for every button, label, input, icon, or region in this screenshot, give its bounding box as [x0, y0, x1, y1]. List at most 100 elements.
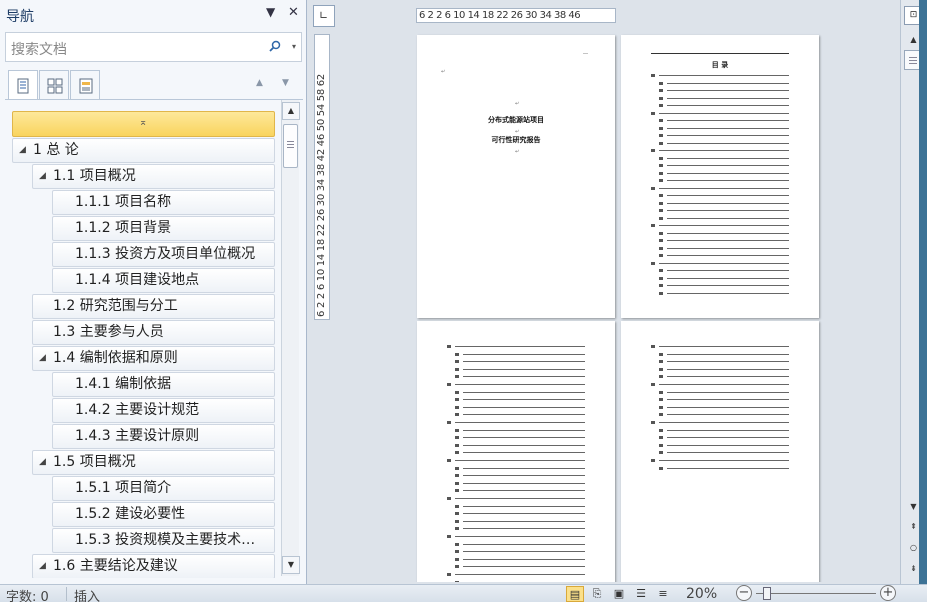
expand-triangle-icon[interactable]: ◢ [39, 451, 46, 474]
heading-item[interactable]: 1.3 主要参与人员 [32, 320, 275, 345]
toc-entry-line [667, 90, 789, 91]
heading-item[interactable]: 1.4.3 主要设计原则 [52, 424, 275, 449]
heading-item[interactable]: ◢ 1.5 项目概况 [32, 450, 275, 475]
heading-label: 1.1.2 项目背景 [75, 220, 172, 236]
toc-entry-number [455, 527, 459, 531]
heading-item[interactable]: 1.1.1 项目名称 [52, 190, 275, 215]
next-heading-icon[interactable]: ▼ [282, 78, 289, 88]
toc-entry-number [447, 421, 451, 424]
heading-item[interactable]: 1.5.2 建设必要性 [52, 502, 275, 527]
toc-entry-line [667, 165, 789, 166]
toc-entry-line [455, 384, 585, 385]
scroll-thumb[interactable] [283, 124, 298, 168]
zoom-in-button[interactable]: + [880, 585, 896, 601]
status-bar: 字数: 0 插入 ▤ ⎘ ▣ ☰ ≡ 20% − + [0, 584, 927, 602]
scroll-down-icon[interactable]: ▼ [282, 556, 300, 574]
heading-item[interactable]: 1.4.2 主要设计规范 [52, 398, 275, 423]
toc-entry-number [455, 565, 459, 569]
toc-entry-number [455, 519, 459, 523]
previous-heading-icon[interactable]: ▲ [256, 78, 263, 88]
toc-entry-line [667, 217, 789, 219]
toc-entry-number [455, 405, 459, 409]
heading-label: 1.5.1 项目简介 [75, 480, 172, 496]
document-area[interactable]: ↵ ― ↵ 分布式能源站项目 ↵ 可行性研究报告 ↵ 目 录 [338, 30, 898, 582]
search-options-dropdown-icon[interactable]: ▾ [292, 42, 296, 51]
heading-item[interactable]: ◢ 1.4 编制依据和原则 [32, 346, 275, 371]
toc-entry-number [659, 246, 663, 250]
toc-entry-line [463, 543, 585, 545]
heading-item[interactable]: 1.1.4 项目建设地点 [52, 268, 275, 293]
toc-entry-line [667, 292, 789, 294]
heading-item[interactable]: ◢ 1.1 项目概况 [32, 164, 275, 189]
toc-entry-number [651, 149, 655, 152]
toc-entry-line [667, 232, 789, 234]
toc-entry-line [463, 406, 585, 408]
page-toc-3[interactable] [621, 321, 819, 582]
draft-view-icon[interactable]: ≡ [654, 586, 672, 602]
toc-entry-line [463, 437, 585, 439]
toc-entry-line [667, 157, 789, 159]
pane-options-dropdown-icon[interactable]: ▼ [266, 5, 275, 19]
collapse-headings-bar[interactable]: ⌅ [12, 111, 275, 137]
scroll-up-icon[interactable]: ▲ [282, 102, 300, 120]
page-cover[interactable]: ↵ ― ↵ 分布式能源站项目 ↵ 可行性研究报告 ↵ [417, 35, 615, 318]
tab-browse-results[interactable] [70, 70, 100, 100]
web-layout-icon[interactable]: ▣ [610, 586, 628, 602]
toc-entry-number [447, 383, 451, 386]
tab-divider [5, 99, 303, 100]
toc-entry-line [463, 361, 585, 363]
tab-browse-headings[interactable] [8, 70, 38, 100]
toc-entry-line [667, 127, 789, 129]
zoom-slider-thumb[interactable] [763, 587, 771, 600]
heading-list-scrollbar[interactable]: ▲ ▼ [281, 100, 300, 576]
word-count[interactable]: 字数: 0 [6, 586, 49, 602]
heading-item[interactable]: 1.1.3 投资方及项目单位概况 [52, 242, 275, 267]
toc-entry-line [463, 353, 585, 355]
toc-entry-line [659, 225, 789, 226]
ruler-toggle-button[interactable]: ∟ [313, 5, 335, 27]
heading-item[interactable]: 1.4.1 编制依据 [52, 372, 275, 397]
heading-item[interactable]: ◢ 1.6 主要结论及建议 [32, 554, 275, 578]
heading-label: 1.5.2 建设必要性 [75, 506, 186, 522]
expand-triangle-icon[interactable]: ◢ [19, 139, 26, 162]
zoom-slider-track[interactable] [756, 593, 876, 594]
insert-mode[interactable]: 插入 [74, 586, 100, 602]
full-screen-reading-icon[interactable]: ⎘ [588, 586, 606, 602]
print-layout-icon[interactable]: ▤ [566, 586, 584, 602]
toc-entry-number [659, 164, 663, 167]
zoom-out-button[interactable]: − [736, 585, 752, 601]
toc-entry-line [463, 482, 585, 484]
toc-entry-number [659, 352, 663, 356]
tab-browse-pages[interactable] [39, 70, 69, 100]
page-toc-1[interactable]: 目 录 [621, 35, 819, 318]
outline-view-icon[interactable]: ☰ [632, 586, 650, 602]
toc-entry-number [659, 291, 663, 295]
page-toc-2[interactable] [417, 321, 615, 582]
zoom-level[interactable]: 20% [686, 586, 717, 602]
heading-label: 1.4.2 主要设计规范 [75, 402, 200, 418]
toc-entry-line [667, 135, 789, 136]
toc-entry-number [659, 398, 663, 402]
heading-item[interactable]: 1.5.3 投资规模及主要技术… [52, 528, 275, 553]
toc-entry-line [667, 414, 789, 416]
expand-triangle-icon[interactable]: ◢ [39, 555, 46, 578]
vertical-ruler[interactable]: 6 2 2 6 10 14 18 22 26 30 34 38 42 46 50… [314, 34, 330, 320]
toc-entry-number [651, 261, 655, 265]
search-icon[interactable] [269, 40, 281, 55]
heading-item[interactable]: 1.5.1 项目简介 [52, 476, 275, 501]
close-icon[interactable]: ✕ [288, 5, 299, 20]
toc-entry-number [659, 194, 663, 197]
heading-item[interactable]: 1.1.2 项目背景 [52, 216, 275, 241]
heading-label: 1.6 主要结论及建议 [53, 558, 178, 574]
horizontal-ruler[interactable]: 6 2 2 6 10 14 18 22 26 30 34 38 46 [416, 8, 616, 23]
expand-triangle-icon[interactable]: ◢ [39, 347, 46, 370]
heading-item[interactable]: 1.2 研究范围与分工 [32, 294, 275, 319]
toc-entry-number [659, 413, 663, 417]
search-document-input[interactable]: 搜索文档 ▾ [5, 32, 302, 62]
toc-entry-line [659, 422, 789, 423]
cover-title: 分布式能源站项目 [488, 116, 544, 124]
heading-item[interactable]: ◢ 1 总 论 [12, 138, 275, 163]
expand-triangle-icon[interactable]: ◢ [39, 165, 46, 188]
toc-entry-line [667, 467, 789, 469]
toc-heading: 目 录 [711, 61, 729, 69]
